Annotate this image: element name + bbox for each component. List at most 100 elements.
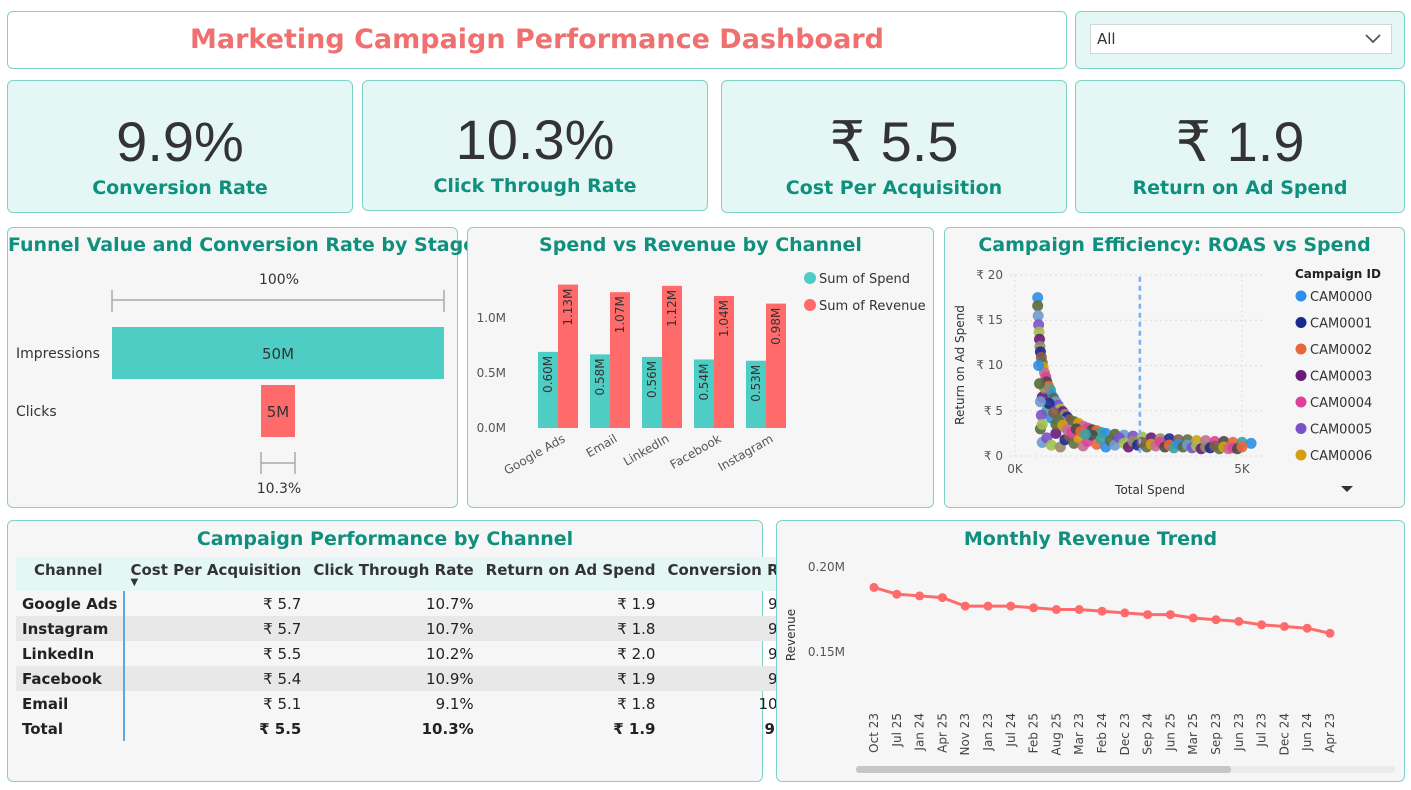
revenue-point[interactable]	[1234, 616, 1244, 626]
revenue-point[interactable]	[1211, 615, 1221, 625]
revenue-point[interactable]	[1188, 613, 1198, 623]
scatter-point[interactable]	[1236, 441, 1248, 453]
scatter-point[interactable]	[1034, 396, 1046, 408]
revenue-point[interactable]	[1006, 601, 1016, 611]
revenue-point[interactable]	[892, 589, 902, 599]
column-header-cost-per-acquisition[interactable]: Cost Per Acquisition ▼	[124, 557, 308, 591]
scatter-point[interactable]	[1034, 378, 1046, 390]
campaign-slicer-dropdown[interactable]: All	[1090, 24, 1392, 54]
cell-ctr: 10.7%	[307, 616, 480, 641]
legend-item-label[interactable]: CAM0002	[1310, 343, 1372, 358]
bar-data-label: 1.07M	[613, 296, 627, 333]
legend-swatch	[1295, 290, 1307, 302]
bar-data-label: 0.58M	[593, 358, 607, 395]
legend-swatch	[1295, 423, 1307, 434]
revenue-point[interactable]	[1051, 605, 1061, 614]
column-header-channel[interactable]: Channel	[16, 557, 125, 591]
revenue-point[interactable]	[960, 601, 970, 611]
bar-data-label: 0.56M	[645, 361, 659, 398]
cell-cpa: ₹ 5.5	[259, 719, 302, 738]
legend-item-label[interactable]: CAM0004	[1310, 396, 1372, 411]
x-tick-label: Jul 23	[1255, 713, 1269, 748]
column-header-click-through-rate[interactable]: Click Through Rate	[307, 557, 480, 591]
x-tick-label: Mar 23	[1072, 713, 1086, 755]
title-card: Marketing Campaign Performance Dashboard	[7, 11, 1067, 69]
y-tick-label: ₹ 15	[976, 313, 1003, 327]
revenue-point[interactable]	[1325, 628, 1335, 638]
y-tick-label: ₹ 10	[976, 358, 1003, 372]
cell-channel: Google Ads	[16, 591, 126, 616]
legend-label-spend[interactable]: Sum of Spend	[819, 272, 910, 287]
kpi-cost-per-acquisition: ₹ 5.5 Cost Per Acquisition	[721, 80, 1067, 213]
scatter-point[interactable]	[1032, 300, 1044, 312]
legend-item-label[interactable]: CAM0003	[1310, 370, 1372, 385]
revenue-trend-card: Monthly Revenue Trend Revenue 0.15M 0.20…	[776, 520, 1405, 782]
y-tick-label: 0.15M	[808, 645, 845, 659]
revenue-point[interactable]	[983, 601, 993, 611]
slicer-card: All	[1075, 11, 1405, 69]
cell-roas: ₹ 1.9	[617, 594, 656, 613]
cell-channel: Facebook	[16, 666, 126, 691]
legend-item-label[interactable]: CAM0005	[1310, 423, 1372, 438]
table-row[interactable]: LinkedIn ₹ 5.5 10.2% ₹ 2.0 9.7%	[16, 641, 812, 666]
cell-ctr: 10.3%	[421, 719, 474, 738]
revenue-point[interactable]	[1165, 610, 1175, 620]
x-tick-label: Instagram	[716, 431, 776, 474]
cell-roas: ₹ 1.8	[479, 616, 662, 641]
revenue-point[interactable]	[1074, 605, 1084, 614]
x-tick-label: Facebook	[668, 431, 724, 471]
revenue-point[interactable]	[915, 591, 925, 601]
cell-cpa: ₹ 5.7	[263, 594, 302, 613]
revenue-point[interactable]	[1097, 606, 1107, 616]
revenue-point[interactable]	[937, 593, 947, 603]
table-row[interactable]: Email ₹ 5.1 9.1% ₹ 1.8 10.8%	[16, 691, 812, 716]
revenue-point[interactable]	[1279, 622, 1289, 631]
revenue-point[interactable]	[1257, 620, 1267, 630]
y-tick-label: 1.0M	[477, 311, 506, 325]
legend-more-icon[interactable]	[1341, 486, 1353, 492]
legend-item-label[interactable]: CAM0006	[1310, 449, 1372, 464]
y-tick-label: ₹ 20	[976, 268, 1003, 282]
funnel-chart-card: Funnel Value and Conversion Rate by Stag…	[7, 227, 476, 508]
funnel-bottom-rate: 10.3%	[257, 481, 301, 497]
revenue-point[interactable]	[1143, 610, 1153, 620]
y-tick-label: 0.20M	[808, 560, 845, 574]
x-tick-label: Jul 24	[1004, 713, 1018, 748]
kpi-return-on-ad-spend: ₹ 1.9 Return on Ad Spend	[1075, 80, 1405, 213]
legend-swatch-revenue	[804, 299, 816, 311]
x-tick-label: Dec 23	[1118, 713, 1132, 755]
scatter-point[interactable]	[1036, 418, 1048, 430]
y-tick-label: 0.5M	[477, 366, 506, 380]
y-axis-title: Return on Ad Spend	[953, 305, 967, 425]
kpi-label: Cost Per Acquisition	[785, 177, 1003, 199]
legend-title: Campaign ID	[1295, 267, 1381, 281]
funnel-top-rate: 100%	[259, 272, 299, 288]
performance-table: Channel Cost Per Acquisition ▼ Click Thro…	[16, 557, 813, 741]
column-header-return-on-ad-spend[interactable]: Return on Ad Spend	[479, 557, 662, 591]
revenue-point[interactable]	[1029, 603, 1039, 613]
scatter-point[interactable]	[1045, 439, 1057, 451]
revenue-point[interactable]	[869, 582, 879, 592]
cell-roas: ₹ 2.0	[617, 644, 656, 663]
horizontal-scrollbar-thumb[interactable]	[856, 766, 1231, 773]
legend-swatch-spend	[804, 272, 816, 284]
table-row[interactable]: Facebook ₹ 5.4 10.9% ₹ 1.9 9.6%	[16, 666, 813, 691]
slicer-value: All	[1097, 30, 1116, 48]
table-total-row: Total ₹ 5.5 10.3% ₹ 1.9 9.9%	[16, 716, 812, 741]
revenue-point[interactable]	[1302, 623, 1312, 633]
y-tick-label: ₹ 5	[984, 404, 1003, 418]
scatter-point[interactable]	[1033, 360, 1045, 371]
chevron-down-icon[interactable]	[1363, 25, 1383, 53]
revenue-point[interactable]	[1120, 608, 1130, 618]
cell-channel: Email	[16, 691, 126, 716]
scatter-point[interactable]	[1079, 428, 1091, 440]
kpi-label: Conversion Rate	[92, 177, 268, 199]
kpi-value: ₹ 1.9	[1175, 110, 1305, 173]
x-tick-label: 5K	[1234, 462, 1251, 476]
legend-label-revenue[interactable]: Sum of Revenue	[819, 299, 926, 314]
cell-ctr: 10.2%	[426, 644, 474, 663]
table-row[interactable]: Google Ads ₹ 5.7 10.7% ₹ 1.9 9.8%	[16, 591, 812, 616]
legend-item-label[interactable]: CAM0000	[1310, 290, 1372, 305]
legend-item-label[interactable]: CAM0001	[1310, 317, 1372, 332]
table-row[interactable]: Instagram ₹ 5.7 10.7% ₹ 1.8 9.6%	[16, 616, 813, 641]
